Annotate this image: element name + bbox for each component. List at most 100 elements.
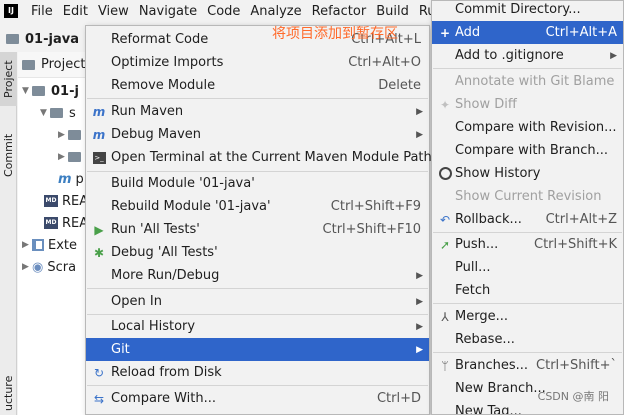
left-tool-stripe: Project Commit ucture xyxy=(0,52,17,415)
commit-tool-tab[interactable]: Commit xyxy=(0,128,17,182)
menu-code[interactable]: Code xyxy=(202,4,245,19)
menu-item-label: Optimize Imports xyxy=(111,55,224,70)
menu-item-label: Compare with Branch... xyxy=(455,143,609,158)
menu-item-rebuild-module[interactable]: Rebuild Module '01-java' Ctrl+Shift+F9 xyxy=(86,195,429,218)
menu-item-shortcut: Ctrl+Shift+` xyxy=(536,358,617,373)
git-submenu: Commit Directory... + Add Ctrl+Alt+A Add… xyxy=(431,0,624,415)
menu-item-label: Compare With... xyxy=(111,391,217,406)
run-play-icon: ▶ xyxy=(94,222,104,237)
menu-item-rebase[interactable]: Rebase... xyxy=(432,328,623,351)
tree-node-root[interactable]: ▼ 01-j xyxy=(22,80,79,102)
menu-item-branches[interactable]: ᛘ Branches... Ctrl+Shift+` xyxy=(432,354,623,377)
plus-icon: + xyxy=(439,25,451,40)
tree-node-readme[interactable]: MD REA xyxy=(44,190,88,212)
menu-item-add[interactable]: + Add Ctrl+Alt+A xyxy=(432,21,623,44)
menu-item-label: Show Current Revision xyxy=(455,189,602,204)
menu-item-label: New Tag... xyxy=(455,404,522,415)
tree-node-child[interactable]: ▶ xyxy=(58,146,87,168)
menu-item-more-run-debug[interactable]: More Run/Debug ▶ xyxy=(86,264,429,287)
menu-item-label: Push... xyxy=(455,237,499,252)
menu-item-show-current-revision[interactable]: Show Current Revision xyxy=(432,185,623,208)
menu-item-open-in[interactable]: Open In ▶ xyxy=(86,290,429,313)
project-tool-tab[interactable]: Project xyxy=(0,52,17,106)
chevron-down-icon[interactable]: ▼ xyxy=(40,108,50,118)
menu-item-debug-maven[interactable]: m Debug Maven ▶ xyxy=(86,123,429,146)
menu-item-optimize-imports[interactable]: Optimize Imports Ctrl+Alt+O xyxy=(86,51,429,74)
menu-item-label: Reload from Disk xyxy=(111,365,222,380)
menu-item-merge[interactable]: ⅄ Merge... xyxy=(432,305,623,328)
branch-icon: ᛘ xyxy=(441,358,449,373)
tree-node-pom[interactable]: m p xyxy=(58,168,84,190)
tree-node-external-libraries[interactable]: ▶ Exte xyxy=(22,234,77,256)
menu-item-push[interactable]: ➚ Push... Ctrl+Shift+K xyxy=(432,233,623,256)
menu-item-rollback[interactable]: ↶ Rollback... Ctrl+Alt+Z xyxy=(432,208,623,231)
menu-item-git[interactable]: Git ▶ xyxy=(86,338,429,361)
menu-file[interactable]: File xyxy=(26,4,58,19)
project-breadcrumb[interactable]: 01-java xyxy=(0,27,90,51)
menu-edit[interactable]: Edit xyxy=(58,4,93,19)
chevron-right-icon[interactable]: ▶ xyxy=(58,152,68,162)
chevron-right-icon[interactable]: ▶ xyxy=(22,240,32,250)
menu-item-fetch[interactable]: Fetch xyxy=(432,279,623,302)
tree-node-readme[interactable]: MD REA xyxy=(44,212,88,234)
menu-item-run-maven[interactable]: m Run Maven ▶ xyxy=(86,100,429,123)
menu-item-commit-directory[interactable]: Commit Directory... xyxy=(432,1,623,21)
chevron-right-icon[interactable]: ▶ xyxy=(58,130,68,140)
menu-item-label: Local History xyxy=(111,319,196,334)
tree-node-scratches[interactable]: ▶ ◉ Scra xyxy=(22,256,76,278)
terminal-icon: >_ xyxy=(92,151,106,164)
menu-analyze[interactable]: Analyze xyxy=(245,4,306,19)
menu-refactor[interactable]: Refactor xyxy=(307,4,372,19)
menu-item-compare-with-revision[interactable]: Compare with Revision... xyxy=(432,116,623,139)
menu-item-label: Compare with Revision... xyxy=(455,120,617,135)
tree-node-src[interactable]: ▼ s xyxy=(40,102,76,124)
menu-item-reload-from-disk[interactable]: ↻ Reload from Disk xyxy=(86,361,429,384)
menu-item-label: Run Maven xyxy=(111,104,184,119)
tree-node-label: Scra xyxy=(47,259,77,275)
menu-item-local-history[interactable]: Local History ▶ xyxy=(86,315,429,338)
menu-navigate[interactable]: Navigate xyxy=(134,4,202,19)
menu-item-show-diff[interactable]: ✦ Show Diff xyxy=(432,93,623,116)
menu-item-compare-with[interactable]: ⇆ Compare With... Ctrl+D xyxy=(86,387,429,410)
menu-item-run-all-tests[interactable]: ▶ Run 'All Tests' Ctrl+Shift+F10 xyxy=(86,218,429,241)
menu-item-remove-module[interactable]: Remove Module Delete xyxy=(86,74,429,97)
menu-item-label: Pull... xyxy=(455,260,491,275)
folder-icon xyxy=(32,86,45,96)
menu-item-label: Git xyxy=(111,342,130,357)
menu-item-build-module[interactable]: Build Module '01-java' xyxy=(86,172,429,195)
menu-separator xyxy=(87,385,428,386)
menu-item-label: Rebuild Module '01-java' xyxy=(111,199,271,214)
maven-file-icon: m xyxy=(58,171,72,187)
menu-item-label: Debug Maven xyxy=(111,127,201,142)
menu-item-pull[interactable]: Pull... xyxy=(432,256,623,279)
menu-item-label: Open Terminal at the Current Maven Modul… xyxy=(111,150,432,165)
menu-item-show-history[interactable]: Show History xyxy=(432,162,623,185)
structure-tool-tab[interactable]: ucture xyxy=(0,372,17,415)
menu-item-label: Annotate with Git Blame xyxy=(455,74,615,89)
menu-item-annotate-git-blame[interactable]: Annotate with Git Blame xyxy=(432,70,623,93)
menu-item-shortcut: Ctrl+D xyxy=(376,391,421,406)
submenu-arrow-icon: ▶ xyxy=(416,321,423,332)
project-panel-title[interactable]: Project xyxy=(41,57,85,72)
submenu-arrow-icon: ▶ xyxy=(416,129,423,140)
markdown-file-icon: MD xyxy=(44,217,58,229)
menu-item-label: Merge... xyxy=(455,309,508,324)
watermark-text: CSDN @南 阳 xyxy=(537,390,609,403)
project-tree-panel: Project ▼ 01-j ▼ s ▶ ▶ m p MD REA MD REA… xyxy=(18,52,90,415)
menu-item-debug-all-tests[interactable]: ✱ Debug 'All Tests' xyxy=(86,241,429,264)
menu-item-open-terminal[interactable]: >_ Open Terminal at the Current Maven Mo… xyxy=(86,146,432,169)
menu-item-shortcut: Ctrl+Shift+F10 xyxy=(322,222,421,237)
submenu-arrow-icon: ▶ xyxy=(416,106,423,117)
menu-build[interactable]: Build xyxy=(371,4,414,19)
tree-node-child[interactable]: ▶ xyxy=(58,124,87,146)
menu-item-add-to-gitignore[interactable]: Add to .gitignore ▶ xyxy=(432,44,623,67)
tree-node-label: Exte xyxy=(48,237,78,253)
menu-item-shortcut: Ctrl+Alt+O xyxy=(348,55,421,70)
menu-view[interactable]: View xyxy=(93,4,134,19)
markdown-file-icon: MD xyxy=(44,195,58,207)
chevron-right-icon[interactable]: ▶ xyxy=(22,262,32,272)
menu-item-compare-with-branch[interactable]: Compare with Branch... xyxy=(432,139,623,162)
chevron-down-icon[interactable]: ▼ xyxy=(22,86,32,96)
submenu-arrow-icon: ▶ xyxy=(416,296,423,307)
menu-separator xyxy=(87,98,428,99)
